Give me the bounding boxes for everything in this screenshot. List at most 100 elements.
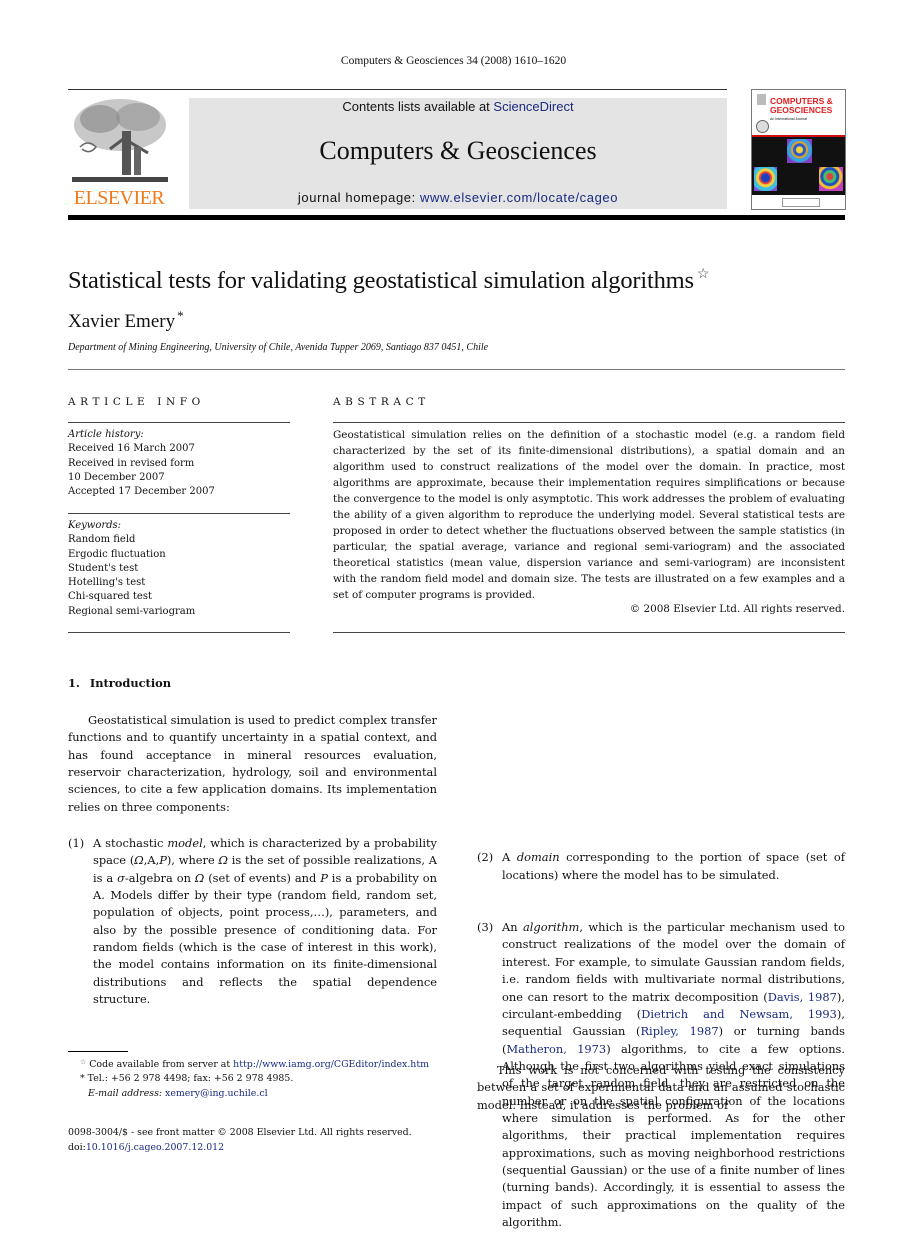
text: is a probability on A. Models differ by …: [93, 870, 437, 1007]
list-label: (3): [477, 920, 494, 935]
emphasis: domain: [516, 850, 560, 865]
journal-title: Computers & Geosciences: [319, 136, 597, 165]
footnotes: ☆ Code available from server at http://w…: [68, 1055, 437, 1101]
text: ), where: [166, 853, 219, 868]
email-link[interactable]: xemery@ing.uchile.cl: [165, 1088, 268, 1099]
text: An: [502, 920, 523, 935]
section-title: Introduction: [89, 676, 172, 690]
list-item-model: (1) A stochastic model, which is characte…: [68, 835, 437, 1008]
section-heading: 1. Introduction: [68, 676, 171, 690]
masthead-top-rule: [68, 89, 727, 90]
cover-seal-icon: [756, 120, 769, 133]
divider: [333, 632, 845, 633]
math-symbol: P: [320, 870, 328, 885]
keyword: Regional semi-variogram: [68, 605, 196, 617]
cover-image-3: [819, 167, 843, 191]
elsevier-tree-icon: [72, 99, 168, 182]
abstract-text: Geostatistical simulation relies on the …: [333, 429, 845, 601]
article-title-text: Statistical tests for validating geostat…: [68, 267, 694, 294]
cover-subtitle: An International Journal: [770, 117, 807, 121]
keyword: Chi-squared test: [68, 591, 152, 603]
math-symbol: Ω: [194, 870, 205, 885]
abstract-copyright: © 2008 Elsevier Ltd. All rights reserved…: [629, 603, 845, 615]
list-label: (2): [477, 850, 494, 865]
homepage-prefix: journal homepage:: [297, 190, 421, 205]
code-link[interactable]: http://www.iamg.org/CGEditor/index.htm: [233, 1059, 429, 1070]
divider: [68, 422, 290, 423]
citation-link[interactable]: Matheron, 1973: [506, 1042, 606, 1056]
article-title: Statistical tests for validating geostat…: [68, 266, 709, 295]
text: A stochastic: [93, 836, 168, 850]
article-history-label: Article history:: [68, 429, 144, 440]
masthead-bottom-rule: [68, 215, 845, 220]
affiliation: Department of Mining Engineering, Univer…: [68, 342, 489, 353]
front-matter-line: 0098-3004/$ - see front matter © 2008 El…: [68, 1127, 412, 1138]
article-history: Article history: Received 16 March 2007 …: [68, 428, 215, 499]
text: (set of events) and: [204, 870, 321, 885]
contents-prefix: Contents lists available at: [342, 99, 494, 114]
sciencedirect-link[interactable]: ScienceDirect: [493, 99, 573, 114]
math-symbol: Ω: [218, 853, 228, 868]
email-label: E-mail address:: [88, 1087, 166, 1099]
math-symbol: σ: [117, 870, 125, 885]
contents-line: Contents lists available at ScienceDirec…: [189, 99, 727, 114]
text: A: [502, 850, 517, 865]
running-head: Computers & Geosciences 34 (2008) 1610–1…: [340, 55, 567, 67]
doi-prefix: doi:: [68, 1142, 86, 1153]
keyword: Ergodic fluctuation: [68, 548, 166, 560]
keywords-label: Keywords:: [68, 520, 122, 531]
title-footnote-star-icon[interactable]: ☆: [697, 267, 710, 282]
list-label: (1): [68, 836, 85, 850]
cover-title: COMPUTERS & GEOSCIENCES: [770, 97, 833, 115]
citation-link[interactable]: Davis, 1987: [768, 990, 837, 1004]
divider: [333, 422, 845, 423]
homepage-line: journal homepage: www.elsevier.com/locat…: [189, 190, 727, 205]
cover-publisher-icon: [757, 94, 766, 105]
footnote-tel: * Tel.: +56 2 978 4498; fax: +56 2 978 4…: [68, 1072, 437, 1086]
text: Code available from server at: [86, 1059, 234, 1070]
footnote-rule: [68, 1051, 128, 1052]
keyword: Student's test: [68, 562, 139, 574]
cover-title-line2: GEOSCIENCES: [770, 105, 833, 115]
text: -algebra on: [124, 870, 195, 885]
divider: [68, 632, 290, 633]
author-footnote-mark[interactable]: *: [177, 308, 184, 323]
emphasis: algorithm: [522, 920, 580, 935]
history-item: Received in revised form: [68, 457, 195, 469]
divider: [68, 513, 290, 514]
keywords: Keywords: Random field Ergodic fluctuati…: [68, 519, 195, 619]
doi-line: doi:10.1016/j.cageo.2007.12.012: [68, 1140, 448, 1155]
text: ,A,: [143, 853, 160, 868]
doi-link[interactable]: 10.1016/j.cageo.2007.12.012: [86, 1142, 224, 1153]
cover-footer-box: [782, 198, 820, 207]
citation-link[interactable]: Ripley, 1987: [640, 1024, 718, 1038]
elsevier-logo: ELSEVIER: [68, 95, 178, 210]
closing-paragraph: This work is not concerned with testing …: [477, 1062, 845, 1114]
list-item-domain: (2) A domain corresponding to the portion…: [477, 849, 845, 884]
cover-image-1: [787, 139, 812, 163]
footnote-email: E-mail address: xemery@ing.uchile.cl: [68, 1087, 437, 1101]
history-item: Accepted 17 December 2007: [68, 486, 215, 498]
math-symbol: Ω: [134, 853, 144, 868]
citation-link[interactable]: Dietrich and Newsam, 1993: [641, 1007, 837, 1021]
keyword: Hotelling's test: [68, 577, 146, 589]
intro-paragraph: Geostatistical simulation is used to pre…: [68, 712, 437, 816]
journal-cover: COMPUTERS & GEOSCIENCES An International…: [751, 89, 846, 210]
journal-banner: Contents lists available at ScienceDirec…: [189, 98, 727, 209]
keyword: Random field: [68, 534, 136, 546]
homepage-link[interactable]: www.elsevier.com/locate/cageo: [420, 190, 618, 205]
history-item: 10 December 2007: [68, 471, 165, 483]
paragraph-text: Geostatistical simulation is used to pre…: [68, 713, 437, 814]
abstract-heading: ABSTRACT: [333, 396, 430, 408]
author: Xavier Emery *: [68, 308, 184, 333]
cover-image-2: [754, 167, 777, 191]
divider: [68, 369, 845, 370]
math-symbol: P: [159, 853, 167, 868]
author-name: Xavier Emery: [68, 311, 176, 332]
front-matter: 0098-3004/$ - see front matter © 2008 El…: [68, 1125, 448, 1155]
history-item: Received 16 March 2007: [68, 443, 195, 455]
article-info-heading: ARTICLE INFO: [68, 396, 205, 408]
elsevier-wordmark: ELSEVIER: [73, 187, 165, 209]
section-number: 1.: [68, 676, 80, 690]
footnote-code: ☆ Code available from server at http://w…: [68, 1055, 437, 1072]
